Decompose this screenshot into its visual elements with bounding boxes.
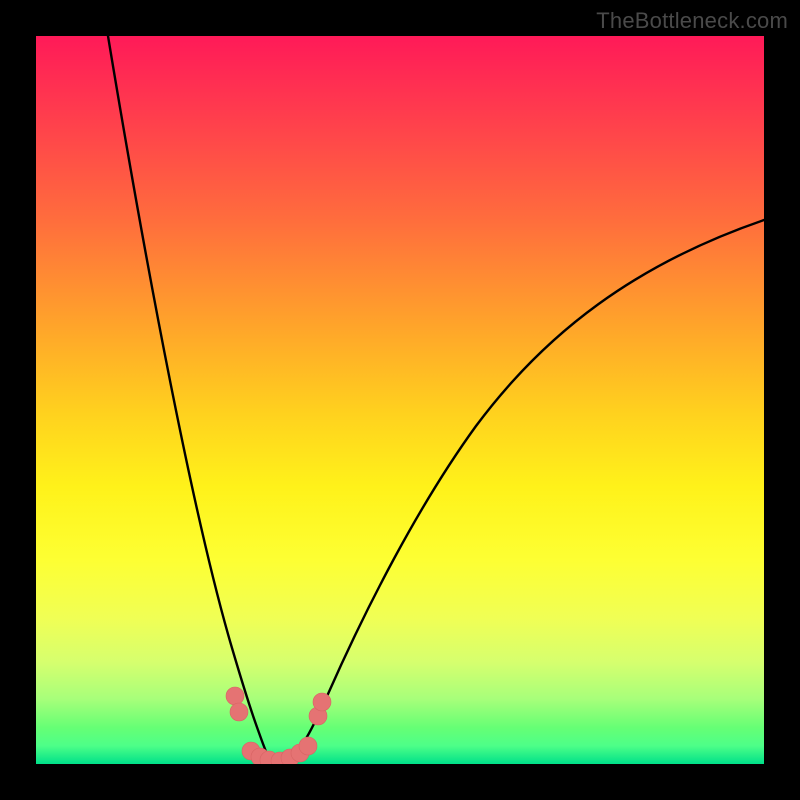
curve-layer bbox=[36, 36, 764, 764]
marker bbox=[313, 693, 331, 711]
marker bbox=[299, 737, 317, 755]
plot-area bbox=[36, 36, 764, 764]
curve-left-arm bbox=[108, 36, 270, 761]
curve-right-arm bbox=[288, 220, 764, 762]
marker bbox=[226, 687, 244, 705]
marker bbox=[230, 703, 248, 721]
marker-group bbox=[226, 687, 331, 764]
watermark-text: TheBottleneck.com bbox=[596, 8, 788, 34]
chart-frame: TheBottleneck.com bbox=[0, 0, 800, 800]
